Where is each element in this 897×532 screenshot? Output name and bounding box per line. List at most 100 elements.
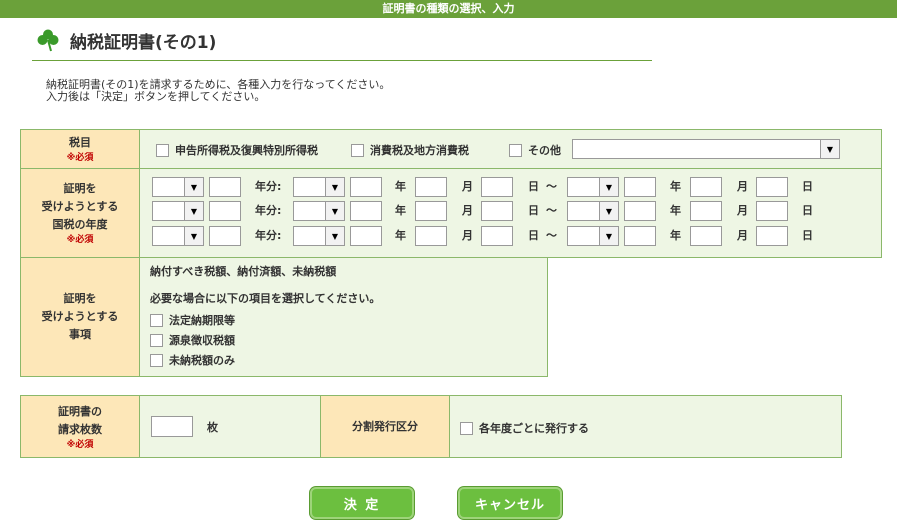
chevron-down-icon[interactable]: ▼: [820, 140, 839, 158]
split-option[interactable]: 各年度ごとに発行する: [460, 420, 589, 436]
era-select[interactable]: ▼: [293, 177, 345, 197]
date-label-year_part: 年分:: [255, 180, 282, 193]
month-input[interactable]: [690, 226, 722, 246]
intro-line-2: 入力後は「決定」ボタンを押してください。: [46, 90, 266, 103]
era-select[interactable]: ▼: [293, 201, 345, 221]
year-input[interactable]: [350, 201, 382, 221]
matters-option-label: 源泉徴収税額: [169, 334, 235, 347]
year-input[interactable]: [209, 201, 241, 221]
cancel-button[interactable]: キャンセル: [458, 487, 562, 519]
intro-text: 納税証明書(その1)を請求するために、各種入力を行なってください。 入力後は「決…: [46, 79, 390, 103]
month-input[interactable]: [415, 177, 447, 197]
month-input[interactable]: [415, 201, 447, 221]
count-unit: 枚: [207, 421, 218, 434]
chevron-down-icon[interactable]: ▼: [325, 178, 344, 196]
date-label-day: 日: [802, 180, 813, 193]
date-label-month: 月: [462, 204, 473, 217]
era-select[interactable]: ▼: [293, 226, 345, 246]
date-label-month: 月: [737, 204, 748, 217]
chevron-down-icon[interactable]: ▼: [184, 178, 203, 196]
required-mark: ※必須: [66, 153, 94, 163]
date-label-year: 年: [395, 229, 406, 242]
label-line: 事項: [69, 328, 91, 341]
month-input[interactable]: [690, 201, 722, 221]
matters-option-label: 未納税額のみ: [169, 354, 235, 367]
era-select[interactable]: ▼: [152, 177, 204, 197]
count-section-label: 証明書の 請求枚数 ※必須: [21, 396, 140, 457]
day-input[interactable]: [481, 201, 513, 221]
label-line: 受けようとする: [41, 200, 119, 213]
matters-option-withholding[interactable]: 源泉徴収税額: [150, 332, 235, 348]
date-label-year: 年: [670, 204, 681, 217]
date-label-day: 日: [528, 204, 539, 217]
matters-option-label: 法定納期限等: [169, 314, 235, 327]
chevron-down-icon[interactable]: ▼: [184, 227, 203, 245]
year-input[interactable]: [624, 177, 656, 197]
day-input[interactable]: [481, 177, 513, 197]
month-input[interactable]: [690, 177, 722, 197]
chevron-down-icon[interactable]: ▼: [599, 178, 618, 196]
checkbox[interactable]: [150, 333, 163, 347]
era-select[interactable]: ▼: [567, 201, 619, 221]
matters-instruction: 必要な場合に以下の項目を選択してください。: [150, 292, 381, 305]
era-select[interactable]: ▼: [152, 201, 204, 221]
day-input[interactable]: [756, 201, 788, 221]
year-input[interactable]: [350, 177, 382, 197]
day-input[interactable]: [481, 226, 513, 246]
tax-item-label: 税目 ※必須: [21, 130, 140, 168]
tax-option-consumption[interactable]: 消費税及地方消費税: [351, 142, 469, 158]
date-label-month: 月: [462, 229, 473, 242]
date-label-year: 年: [670, 229, 681, 242]
date-label-year_part: 年分:: [255, 229, 282, 242]
year-input[interactable]: [209, 177, 241, 197]
day-input[interactable]: [756, 177, 788, 197]
matters-option-deadline[interactable]: 法定納期限等: [150, 312, 235, 328]
page-title: 納税証明書(その1): [36, 27, 216, 53]
chevron-down-icon[interactable]: ▼: [325, 227, 344, 245]
date-label-range: ～: [546, 180, 557, 193]
tax-option-other[interactable]: その他: [509, 142, 561, 158]
checkbox[interactable]: [460, 421, 473, 435]
date-label-month: 月: [462, 180, 473, 193]
checkbox[interactable]: [150, 353, 163, 367]
label-line: 請求枚数: [58, 422, 102, 436]
chevron-down-icon[interactable]: ▼: [184, 202, 203, 220]
matters-section-label: 証明を 受けようとする 事項: [21, 258, 140, 376]
count-section: 証明書の 請求枚数 ※必須 枚 分割発行区分 各年度ごとに発行する: [20, 395, 842, 458]
matters-option-unpaid[interactable]: 未納税額のみ: [150, 352, 235, 368]
date-label-year: 年: [395, 180, 406, 193]
era-select[interactable]: ▼: [567, 177, 619, 197]
year-input[interactable]: [624, 201, 656, 221]
day-input[interactable]: [756, 226, 788, 246]
chevron-down-icon[interactable]: ▼: [325, 202, 344, 220]
checkbox[interactable]: [351, 143, 364, 157]
era-select[interactable]: ▼: [567, 226, 619, 246]
year-section: 証明を 受けようとする 国税の年度 ※必須 ▼ 年分: ▼ 年月日～ ▼ 年月日 ▼ 年分: ▼…: [20, 168, 882, 258]
other-tax-select[interactable]: ▼: [572, 139, 840, 159]
matters-heading: 納付すべき税額、納付済額、未納税額: [150, 265, 337, 278]
confirm-button[interactable]: 決 定: [310, 487, 414, 519]
count-content: 枚: [140, 396, 320, 457]
month-input[interactable]: [415, 226, 447, 246]
checkbox[interactable]: [509, 143, 522, 157]
year-input[interactable]: [209, 226, 241, 246]
checkbox[interactable]: [156, 143, 169, 157]
required-mark: ※必須: [66, 235, 94, 245]
tax-option-income[interactable]: 申告所得税及復興特別所得税: [156, 142, 318, 158]
label-line: 受けようとする: [41, 310, 119, 323]
chevron-down-icon[interactable]: ▼: [599, 202, 618, 220]
date-label-month: 月: [737, 180, 748, 193]
year-section-label: 証明を 受けようとする 国税の年度 ※必須: [21, 169, 140, 257]
split-option-label: 各年度ごとに発行する: [479, 422, 589, 435]
year-input[interactable]: [624, 226, 656, 246]
date-label-year: 年: [395, 204, 406, 217]
clover-icon: [37, 29, 59, 52]
era-select[interactable]: ▼: [152, 226, 204, 246]
date-label-day: 日: [802, 229, 813, 242]
date-label-year: 年: [670, 180, 681, 193]
count-input[interactable]: [151, 416, 193, 437]
checkbox[interactable]: [150, 313, 163, 327]
page-title-text: 納税証明書(その1): [70, 32, 217, 53]
chevron-down-icon[interactable]: ▼: [599, 227, 618, 245]
year-input[interactable]: [350, 226, 382, 246]
